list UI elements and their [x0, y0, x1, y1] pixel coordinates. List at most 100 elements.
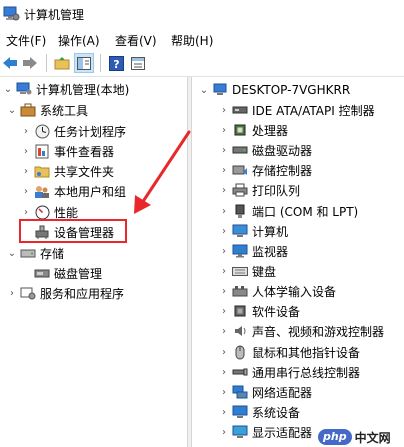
hid-icon	[232, 283, 248, 299]
expand-icon[interactable]: ›	[218, 100, 230, 120]
properties-button[interactable]	[128, 53, 148, 73]
expand-icon[interactable]: ›	[218, 140, 230, 160]
expand-icon[interactable]: ›	[218, 342, 230, 362]
tree-item-system-tools[interactable]: ⌄ 系统工具	[2, 100, 88, 120]
collapse-icon[interactable]: ⌄	[2, 79, 14, 99]
network-adapter-icon	[232, 384, 248, 400]
device-category-disk-drives[interactable]: › 磁盘驱动器	[218, 140, 312, 160]
show-hide-tree-button[interactable]	[74, 53, 94, 73]
device-category-computer[interactable]: › 计算机	[218, 221, 288, 241]
sound-icon	[232, 323, 248, 339]
storage-icon	[20, 245, 36, 261]
device-category-label: 计算机	[252, 224, 289, 239]
mouse-icon	[232, 344, 248, 360]
up-folder-button[interactable]	[52, 53, 72, 73]
tree-item-label: 共享文件夹	[54, 164, 115, 179]
device-category-display-adapters[interactable]: › 显示适配器	[218, 422, 312, 442]
device-category-sound[interactable]: › 声音、视频和游戏控制器	[218, 321, 384, 341]
expand-icon[interactable]: ›	[218, 180, 230, 200]
forward-button[interactable]	[20, 53, 40, 73]
console-tree-pane: ⌄ 计算机管理(本地) ⌄ 系统工具 › 任务计划程序 › 事件查看器 › 共享…	[0, 77, 187, 447]
device-category-label: 键盘	[252, 264, 277, 279]
expand-icon[interactable]: ›	[218, 241, 230, 261]
back-button[interactable]	[0, 53, 20, 73]
performance-icon	[34, 204, 50, 220]
device-category-monitors[interactable]: › 监视器	[218, 241, 288, 261]
tree-item-event-viewer[interactable]: › 事件查看器	[20, 141, 114, 161]
device-tree-root-label: DESKTOP-7VGHKRR	[232, 83, 351, 97]
expand-icon[interactable]: ›	[218, 281, 230, 301]
expand-icon[interactable]: ›	[218, 201, 230, 221]
tree-item-label: 性能	[54, 205, 79, 220]
tree-item-label: 本地用户和组	[54, 184, 127, 199]
expand-icon[interactable]: ›	[218, 160, 230, 180]
device-category-hid[interactable]: › 人体学输入设备	[218, 281, 336, 301]
computer-icon	[212, 82, 228, 98]
expand-icon[interactable]: ›	[20, 181, 32, 201]
expand-icon[interactable]: ›	[218, 221, 230, 241]
device-category-network-adapters[interactable]: › 网络适配器	[218, 382, 312, 402]
tree-item-storage[interactable]: ⌄ 存储	[2, 243, 64, 263]
expand-icon[interactable]: ›	[20, 141, 32, 161]
device-category-ports[interactable]: › 端口 (COM 和 LPT)	[218, 201, 358, 221]
device-category-label: 打印队列	[252, 183, 301, 198]
device-category-keyboards[interactable]: › 键盘	[218, 261, 276, 281]
tree-item-label: 任务计划程序	[54, 124, 127, 139]
printer-icon	[232, 182, 248, 198]
collapse-icon[interactable]: ⌄	[6, 100, 18, 120]
expand-icon[interactable]: ›	[218, 321, 230, 341]
device-category-usb[interactable]: › 通用串行总线控制器	[218, 362, 360, 382]
tree-item-label: 事件查看器	[54, 144, 115, 159]
collapse-icon[interactable]: ⌄	[198, 80, 210, 100]
expand-icon[interactable]: ›	[218, 362, 230, 382]
expand-icon[interactable]: ›	[218, 120, 230, 140]
device-tree-root[interactable]: ⌄ DESKTOP-7VGHKRR	[192, 80, 350, 100]
usb-icon	[232, 364, 248, 380]
menu-view[interactable]: 查看(V)	[115, 32, 157, 49]
device-category-ide[interactable]: › IDE ATA/ATAPI 控制器	[218, 100, 375, 120]
device-category-label: 通用串行总线控制器	[252, 365, 361, 380]
tree-item-disk-management[interactable]: 磁盘管理	[32, 263, 102, 283]
software-device-icon	[232, 303, 248, 319]
tree-item-label: 磁盘管理	[54, 266, 103, 281]
monitor-icon	[232, 243, 248, 259]
device-category-print-queues[interactable]: › 打印队列	[218, 180, 300, 200]
expand-icon[interactable]: ›	[218, 382, 230, 402]
tree-item-label: 计算机管理(本地)	[36, 82, 130, 97]
watermark-text: 中文网	[354, 430, 391, 445]
device-category-system-devices[interactable]: › 系统设备	[218, 402, 300, 422]
expand-icon[interactable]: ›	[20, 161, 32, 181]
toolbar-separator	[100, 54, 101, 72]
device-category-software-devices[interactable]: › 软件设备	[218, 301, 300, 321]
device-category-label: 处理器	[252, 123, 289, 138]
device-category-storage-controllers[interactable]: › 存储控制器	[218, 160, 312, 180]
computer-management-icon	[3, 6, 20, 21]
tree-item-root[interactable]: ⌄ 计算机管理(本地)	[2, 79, 129, 99]
up-folder-icon	[54, 57, 70, 70]
expand-icon[interactable]: ›	[218, 261, 230, 281]
tree-item-services-apps[interactable]: › 服务和应用程序	[2, 283, 124, 303]
menu-action[interactable]: 操作(A)	[58, 32, 100, 49]
device-category-mice[interactable]: › 鼠标和其他指针设备	[218, 342, 360, 362]
tree-item-task-scheduler[interactable]: › 任务计划程序	[20, 121, 126, 141]
expand-icon[interactable]: ›	[6, 283, 18, 303]
expand-icon[interactable]: ›	[218, 402, 230, 422]
help-button[interactable]: ?	[106, 53, 126, 73]
device-category-label: 鼠标和其他指针设备	[252, 345, 361, 360]
expand-icon[interactable]: ›	[218, 422, 230, 442]
help-icon: ?	[108, 55, 124, 71]
computer-icon	[232, 223, 248, 239]
device-category-processor[interactable]: › 处理器	[218, 120, 288, 140]
tree-item-shared-folders[interactable]: › 共享文件夹	[20, 161, 114, 181]
title-bar: 计算机管理	[0, 0, 404, 28]
expand-icon[interactable]: ›	[20, 121, 32, 141]
menu-help[interactable]: 帮助(H)	[171, 32, 213, 49]
device-manager-highlight	[19, 219, 127, 243]
device-category-label: 存储控制器	[252, 163, 313, 178]
collapse-icon[interactable]: ⌄	[6, 243, 18, 263]
expand-icon[interactable]: ›	[218, 301, 230, 321]
console-tree-icon	[77, 56, 91, 70]
tree-item-local-users-groups[interactable]: › 本地用户和组	[20, 181, 126, 201]
menu-file[interactable]: 文件(F)	[6, 32, 46, 49]
storage-controller-icon	[232, 162, 248, 178]
